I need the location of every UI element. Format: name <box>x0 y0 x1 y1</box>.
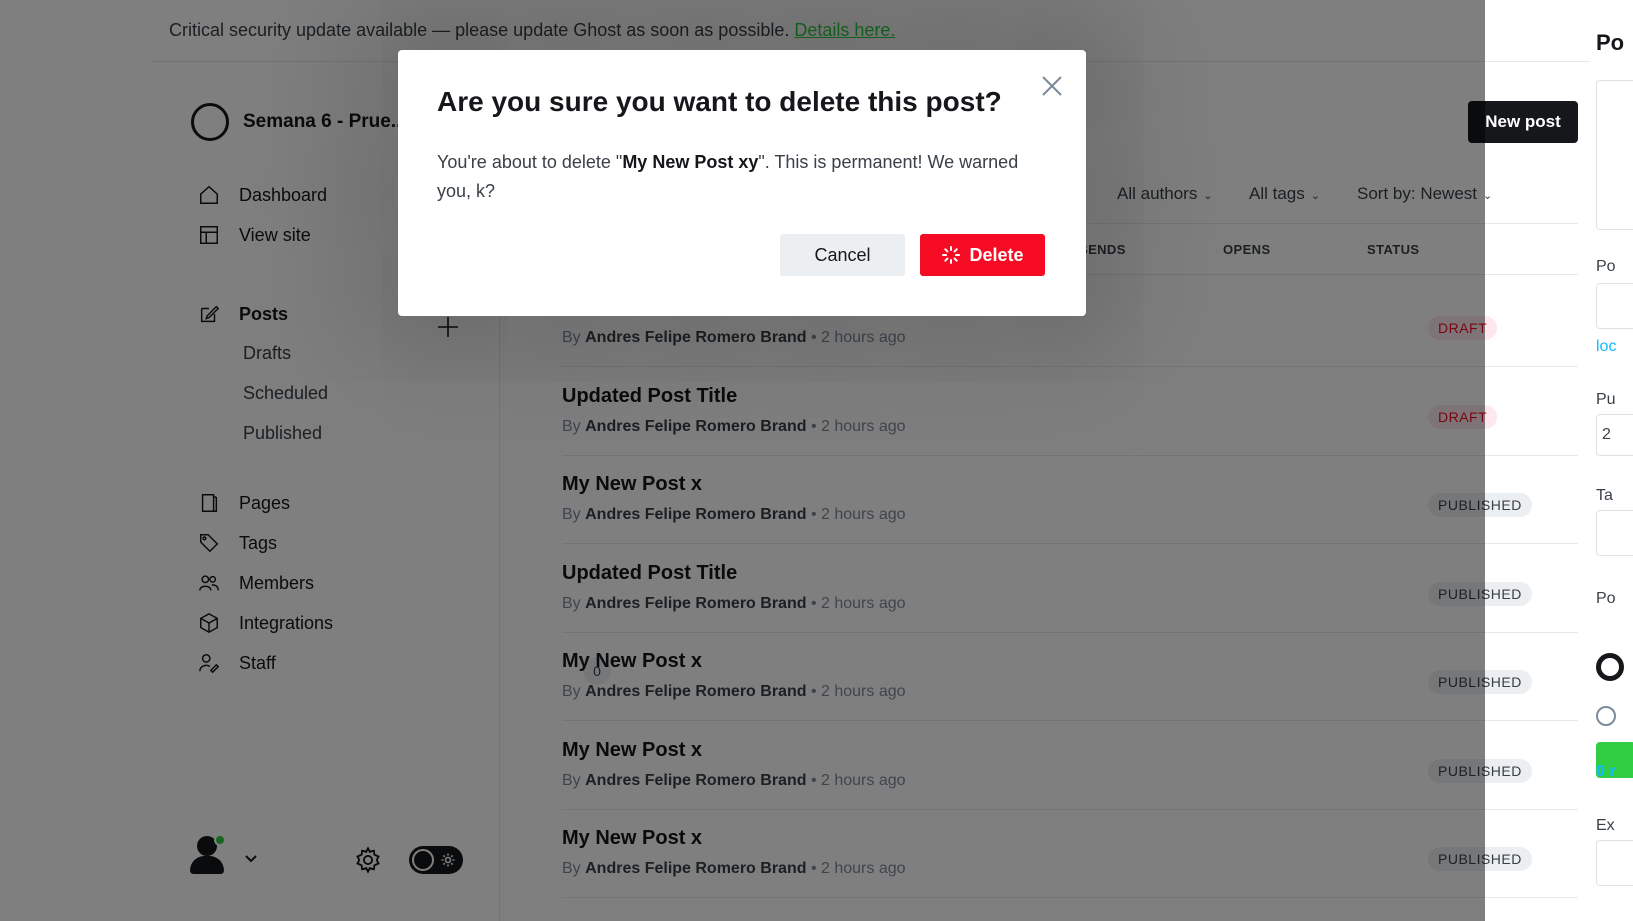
feature-image-box[interactable] <box>1596 80 1633 230</box>
panel-heading: Po <box>1596 30 1625 55</box>
panel-link[interactable]: loc <box>1596 338 1616 356</box>
modal-message: You're about to delete "My New Post xy".… <box>437 152 1019 201</box>
close-icon[interactable] <box>1040 74 1064 98</box>
cancel-button[interactable]: Cancel <box>780 234 905 276</box>
panel-label: Po <box>1596 258 1616 275</box>
panel-label: Ta <box>1596 487 1613 504</box>
spinner-icon <box>941 245 961 265</box>
panel-label: Ex <box>1596 817 1615 834</box>
post-name: My New Post xy <box>622 152 759 172</box>
tags-field[interactable] <box>1596 510 1633 556</box>
delete-post-modal: Are you sure you want to delete this pos… <box>398 50 1086 316</box>
excerpt-field[interactable] <box>1596 840 1633 886</box>
access-icon <box>1596 653 1624 681</box>
radio-option[interactable] <box>1596 706 1616 726</box>
delete-button[interactable]: Delete <box>920 234 1045 276</box>
panel-label: Po <box>1596 590 1616 607</box>
panel-count: 0 r <box>1596 763 1616 780</box>
post-url-field[interactable] <box>1596 283 1633 329</box>
modal-title: Are you sure you want to delete this pos… <box>437 86 1002 117</box>
post-settings-panel: Po Po loc Pu 2 Ta Po 0 r Ex <box>1590 0 1633 921</box>
publish-date-value: 2 <box>1602 426 1611 443</box>
panel-label: Pu <box>1596 391 1616 408</box>
